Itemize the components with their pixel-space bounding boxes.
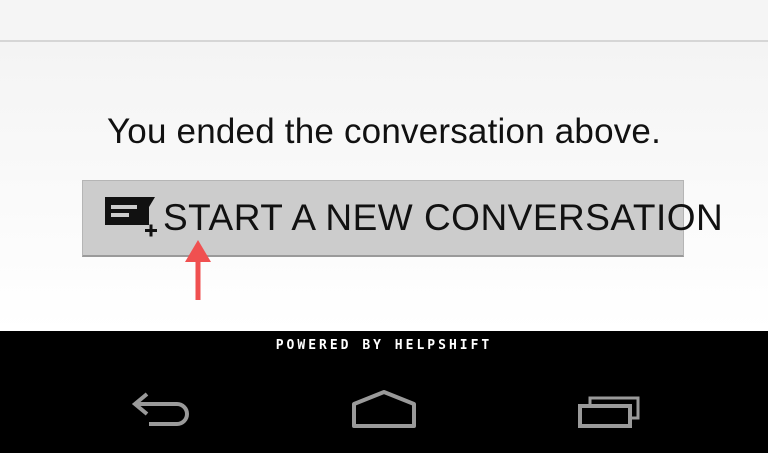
recent-apps-button[interactable] bbox=[565, 378, 655, 438]
new-conversation-icon bbox=[103, 195, 159, 241]
recent-apps-icon bbox=[578, 396, 640, 428]
powered-by-helpshift: POWERED BY HELPSHIFT bbox=[275, 338, 493, 353]
system-navigation-bar bbox=[0, 370, 768, 453]
start-new-conversation-label: START A NEW CONVERSATION bbox=[163, 197, 724, 238]
home-button[interactable] bbox=[339, 378, 429, 438]
app-screen: You ended the conversation above. START … bbox=[0, 0, 768, 453]
back-button[interactable] bbox=[115, 378, 205, 438]
conversation-footer-panel: You ended the conversation above. START … bbox=[0, 42, 768, 331]
start-new-conversation-button[interactable]: START A NEW CONVERSATION bbox=[82, 180, 723, 257]
home-icon bbox=[352, 390, 416, 428]
conversation-area-top bbox=[0, 0, 768, 42]
annotation-arrow-icon bbox=[185, 240, 211, 300]
back-icon bbox=[131, 392, 189, 426]
conversation-ended-message: You ended the conversation above. bbox=[106, 112, 662, 151]
